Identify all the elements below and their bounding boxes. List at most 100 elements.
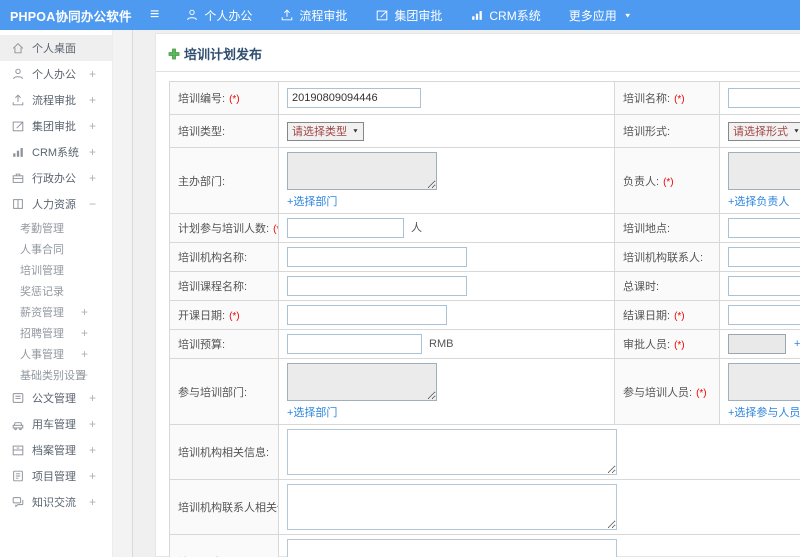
expand-toggle-icon[interactable]: + [89,67,96,81]
expand-toggle-icon[interactable]: + [89,119,96,133]
sidebar-item-label: 培训管理 [20,264,64,277]
expand-toggle-icon[interactable]: + [81,305,88,319]
select-dropdown[interactable]: 请选择类型 ▼ [287,121,364,141]
book-icon [11,197,25,211]
picker-link[interactable]: +选择参与人员 [728,404,800,420]
required-mark: (*) [696,387,707,399]
text-input[interactable] [287,218,404,238]
chat-icon [11,495,25,509]
sidebar: 个人桌面 个人办公 + 流程审批 + 集团审批 + CRM系统 + 行政办公 + 人力资源 − 考勤管理人… [0,30,133,557]
sidebar-item-label: 档案管理 [32,445,76,457]
expand-toggle-icon[interactable]: + [89,443,96,457]
field-label: 培训机构名称: [178,252,248,264]
picker-textarea[interactable] [728,152,800,190]
topnav-label: 更多应用 [568,8,617,23]
picker-link[interactable]: +选择审批人员 [794,335,800,351]
picker-link[interactable]: +选择负责人 [728,193,789,209]
field-label-cell: 培训机构联系人: [614,242,720,272]
field-label: 培训名称: [623,93,671,105]
field-label: 参与培训人员: [623,386,693,399]
sidebar-scrollbar[interactable] [112,30,132,557]
field-label-cell: 主办部门: [169,147,279,214]
field-label-cell: 培训机构联系人相关信息: [169,479,279,535]
expand-toggle-icon[interactable]: + [89,93,96,107]
sidebar-item-label: 个人桌面 [32,43,76,55]
expand-toggle-icon[interactable]: − [89,197,96,211]
topnav-item[interactable]: 个人办公 [185,7,252,24]
text-input[interactable] [728,247,800,267]
field-label: 培训课程名称: [178,281,248,293]
text-input[interactable] [728,305,800,325]
field-label-cell: 培训课程名称: [169,271,279,301]
picker-link[interactable]: +选择部门 [287,193,337,209]
text-input[interactable] [728,88,800,108]
multiline-textarea[interactable] [287,429,617,475]
sidebar-item-label: 人事管理 [20,348,64,361]
expand-toggle-icon[interactable]: + [89,145,96,159]
field-label: 培训预算: [178,339,226,351]
multiline-textarea[interactable] [287,484,617,530]
expand-toggle-icon[interactable]: + [89,391,96,405]
multiline-textarea[interactable] [287,539,617,557]
field-label-cell: 培训形式: [614,114,720,148]
archive-icon [11,443,25,457]
text-input[interactable] [728,334,786,354]
select-dropdown[interactable]: 请选择形式 ▼ [728,121,800,141]
form-row: 培训预算: RMB 审批人员:(*) +选择审批人员 [169,329,800,359]
field-cell: +选择审批人员 [719,329,800,359]
training-plan-form: 培训编号:(*)培训名称:(*)培训类型:请选择类型▼培训形式:请选择形式▼主办… [169,81,800,557]
picker-link[interactable]: +选择部门 [287,404,337,420]
form-row: 开课日期: (*) 结课日期: (*) [169,300,800,330]
top-nav: 个人办公 流程审批 集团审批 CRM系统 更多应用 ▼ [185,7,632,24]
page-title: 培训计划发布 [184,47,263,62]
text-input[interactable] [728,218,800,238]
picker-textarea[interactable] [728,363,800,401]
form-row: 培训编号:(*)培训名称:(*) [169,81,800,115]
picker-textarea[interactable] [287,363,437,401]
field-cell [278,479,800,535]
expand-toggle-icon[interactable]: + [89,469,96,483]
text-input[interactable] [287,247,467,267]
field-label: 培训编号: [178,93,226,105]
topnav-label: 个人办公 [204,8,253,23]
expand-toggle-icon[interactable]: + [81,347,88,361]
field-label: 培训机构联系人相关信息: [178,502,278,514]
topnav-item[interactable]: 更多应用 ▼ [569,7,632,24]
field-cell [278,534,800,557]
field-label: 结课日期: [623,310,671,322]
text-input[interactable] [728,276,800,296]
sidebar-item-label: 基础类别设置 [20,369,86,382]
project-icon [11,469,25,483]
field-label-cell: 培训地点: [614,213,720,243]
form-row: 培训要求: [169,534,800,557]
field-cell [719,242,800,272]
form-row: 参与培训部门: +选择部门 参与培训人员: (*) +选择参与人员 [169,358,800,425]
expand-toggle-icon[interactable]: + [89,171,96,185]
text-input[interactable] [287,305,447,325]
app-logo: PHPOA协同办公软件 [10,9,132,24]
plus-icon [168,48,180,60]
field-label-cell: 计划参与培训人数:(*) [169,213,279,243]
picker-textarea[interactable] [287,152,437,190]
expand-toggle-icon[interactable]: + [89,417,96,431]
expand-toggle-icon[interactable]: + [81,368,88,382]
select-value: 请选择类型 [292,126,347,138]
field-label: 培训地点: [623,223,671,235]
expand-toggle-icon[interactable]: + [89,495,96,509]
field-cell: +选择部门 [278,147,615,214]
sidebar-item-label: 行政办公 [32,173,76,185]
field-cell [719,213,800,243]
text-input[interactable] [287,334,422,354]
text-input[interactable] [287,88,421,108]
topnav-item[interactable]: 流程审批 [280,7,347,24]
chart-icon [470,8,484,22]
topnav-item[interactable]: CRM系统 [470,7,541,24]
topnav-item[interactable]: 集团审批 [375,7,442,24]
field-label-cell: 培训机构相关信息: [169,424,279,480]
text-input[interactable] [287,276,467,296]
form-area: 培训编号:(*)培训名称:(*)培训类型:请选择类型▼培训形式:请选择形式▼主办… [156,72,800,557]
chart-icon [11,145,25,159]
menu-toggle-icon[interactable]: ≡ [150,0,159,30]
field-label-cell: 审批人员: (*) [614,329,720,359]
expand-toggle-icon[interactable]: + [81,326,88,340]
